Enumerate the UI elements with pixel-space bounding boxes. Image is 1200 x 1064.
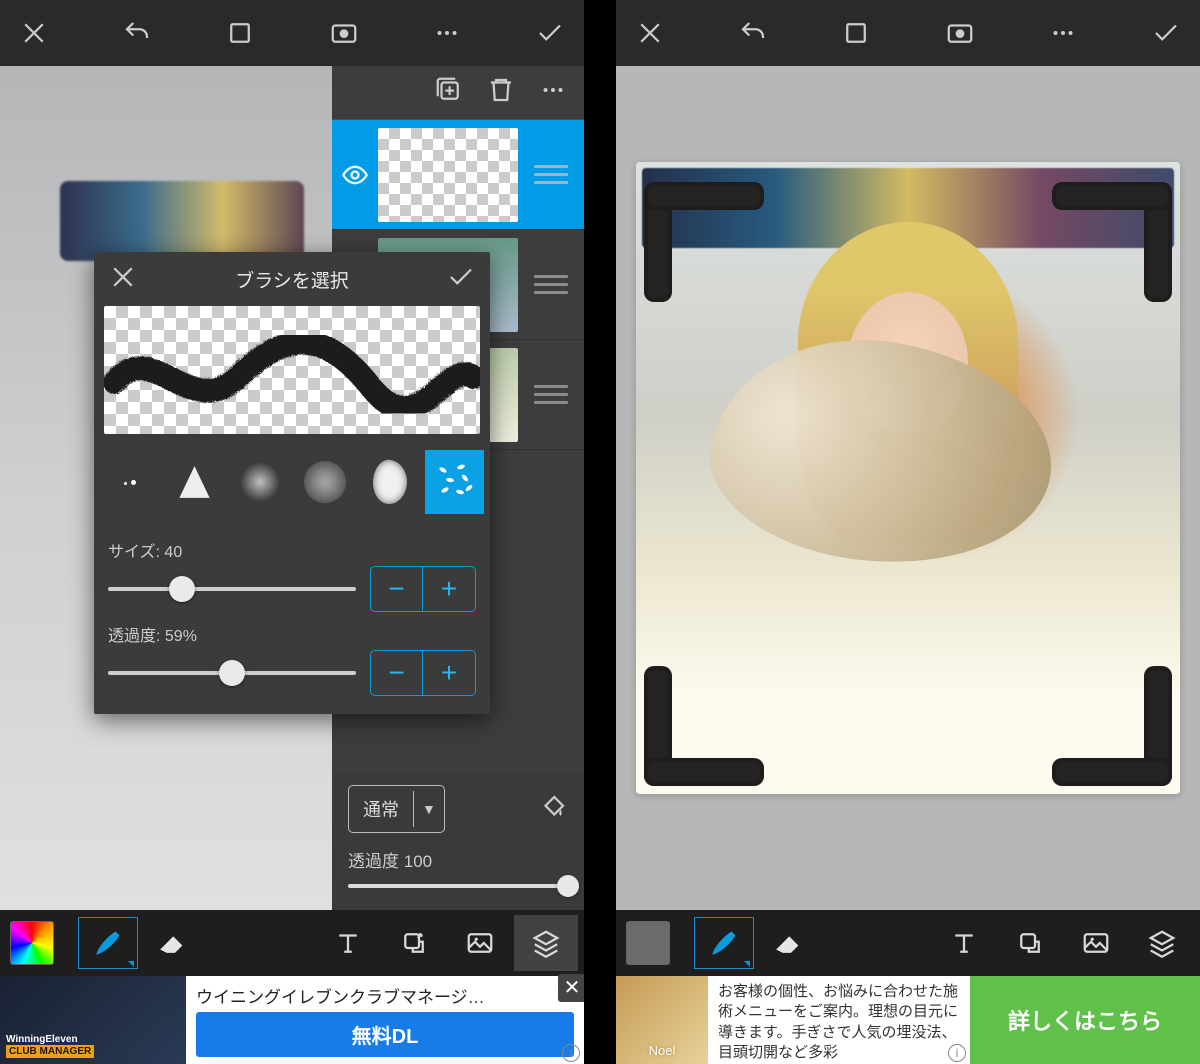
brush-preview	[104, 306, 480, 434]
layer-blend-panel: 通常 ▼ 透過度 100	[332, 773, 584, 910]
layer-row-1[interactable]	[332, 120, 584, 230]
size-increase-button[interactable]: +	[423, 567, 475, 611]
brush-tip-dots[interactable]	[100, 450, 159, 514]
confirm-icon[interactable]	[1148, 15, 1184, 51]
crop-icon[interactable]	[838, 15, 874, 51]
top-toolbar-left	[0, 0, 584, 66]
camera-icon[interactable]	[942, 15, 978, 51]
shape-tool[interactable]	[998, 915, 1062, 971]
ad-download-button[interactable]: 無料DL	[196, 1012, 574, 1057]
ad-title: ウイニングイレブンクラブマネージ…	[196, 983, 574, 1008]
color-swatch[interactable]	[616, 915, 680, 971]
blend-mode-dropdown[interactable]: 通常 ▼	[348, 785, 445, 833]
eraser-tool[interactable]	[140, 915, 204, 971]
brush-mark-bottom-right	[1032, 646, 1172, 786]
layer-opacity-slider[interactable]	[348, 884, 568, 888]
layer-more-icon[interactable]	[538, 75, 568, 110]
brush-size-label: サイズ: 40	[108, 538, 476, 562]
ad-banner-left[interactable]: WinningEleven CLUB MANAGER ウイニングイレブンクラブマ…	[0, 976, 584, 1064]
brush-tool[interactable]	[692, 915, 756, 971]
ad-info-icon[interactable]: i	[562, 1044, 580, 1062]
blend-mode-label: 通常	[349, 786, 413, 832]
ad-text-block: ウイニングイレブンクラブマネージ… 無料DL ✕ i	[186, 976, 584, 1064]
ad-cta-button[interactable]: 詳しくはこちら	[970, 976, 1200, 1064]
brush-tip-soft[interactable]	[230, 450, 289, 514]
ad-image: WinningEleven CLUB MANAGER	[0, 976, 186, 1064]
ad-banner-right[interactable]: Noel お客様の個性、お悩みに合わせた施術メニューをご案内。理想の目元に導きま…	[616, 976, 1200, 1064]
brush-tip-noise[interactable]	[295, 450, 354, 514]
close-icon[interactable]	[16, 15, 52, 51]
brush-opacity-slider[interactable]	[108, 671, 356, 675]
shape-tool[interactable]	[382, 915, 446, 971]
modal-title: ブラシを選択	[235, 266, 349, 293]
size-decrease-button[interactable]: −	[371, 567, 423, 611]
layer-drag-handle[interactable]	[518, 385, 584, 404]
layer-drag-handle[interactable]	[518, 165, 584, 184]
opacity-decrease-button[interactable]: −	[371, 651, 423, 695]
ad-description: お客様の個性、お悩みに合わせた施術メニューをご案内。理想の目元に導きます。手ぎさ…	[718, 982, 960, 1063]
brush-opacity-stepper: − +	[370, 650, 476, 696]
layers-tool[interactable]	[1130, 915, 1194, 971]
delete-layer-icon[interactable]	[486, 75, 516, 110]
chevron-down-icon: ▼	[413, 791, 444, 827]
eraser-tool[interactable]	[756, 915, 820, 971]
brush-mark-bottom-left	[644, 646, 784, 786]
text-tool[interactable]	[932, 915, 996, 971]
brush-tool[interactable]	[76, 915, 140, 971]
layer-visibility-icon[interactable]	[332, 161, 378, 189]
modal-close-icon[interactable]	[108, 262, 138, 297]
brush-mark-top-right	[1032, 182, 1172, 322]
image-tool[interactable]	[448, 915, 512, 971]
ad-info-icon[interactable]: i	[948, 1044, 966, 1062]
more-icon[interactable]	[429, 15, 465, 51]
layer-thumbnail	[378, 128, 518, 222]
ad-text-block: お客様の個性、お悩みに合わせた施術メニューをご案内。理想の目元に導きます。手ぎさ…	[708, 976, 970, 1064]
image-tool[interactable]	[1064, 915, 1128, 971]
undo-icon[interactable]	[735, 15, 771, 51]
close-icon[interactable]	[632, 15, 668, 51]
modal-confirm-icon[interactable]	[446, 262, 476, 297]
brush-tip-scatter[interactable]	[425, 450, 484, 514]
brush-select-modal: ブラシを選択 サイズ: 40 − +	[94, 252, 490, 714]
more-icon[interactable]	[1045, 15, 1081, 51]
layer-opacity-label: 透過度 100	[348, 847, 568, 872]
add-layer-icon[interactable]	[434, 75, 464, 110]
bottom-toolbar-left	[0, 910, 584, 976]
camera-icon[interactable]	[326, 15, 362, 51]
bottom-toolbar-right	[616, 910, 1200, 976]
brush-size-slider[interactable]	[108, 587, 356, 591]
ad-close-icon[interactable]: ✕	[558, 974, 584, 1002]
brush-opacity-label: 透過度: 59%	[108, 622, 476, 646]
confirm-icon[interactable]	[532, 15, 568, 51]
brush-tip-solid[interactable]	[165, 450, 224, 514]
canvas-right[interactable]	[616, 66, 1200, 910]
ad-image: Noel	[616, 976, 708, 1064]
brush-tip-list	[94, 434, 490, 520]
brush-size-stepper: − +	[370, 566, 476, 612]
photo-right	[636, 162, 1180, 794]
color-swatch[interactable]	[0, 915, 64, 971]
brush-tip-rough[interactable]	[360, 450, 419, 514]
undo-icon[interactable]	[119, 15, 155, 51]
layers-tool[interactable]	[514, 915, 578, 971]
opacity-increase-button[interactable]: +	[423, 651, 475, 695]
crop-icon[interactable]	[222, 15, 258, 51]
top-toolbar-right	[616, 0, 1200, 66]
layer-drag-handle[interactable]	[518, 275, 584, 294]
paint-bucket-icon[interactable]	[538, 792, 568, 827]
brush-mark-top-left	[644, 182, 784, 322]
layers-toolbar	[332, 66, 584, 120]
text-tool[interactable]	[316, 915, 380, 971]
